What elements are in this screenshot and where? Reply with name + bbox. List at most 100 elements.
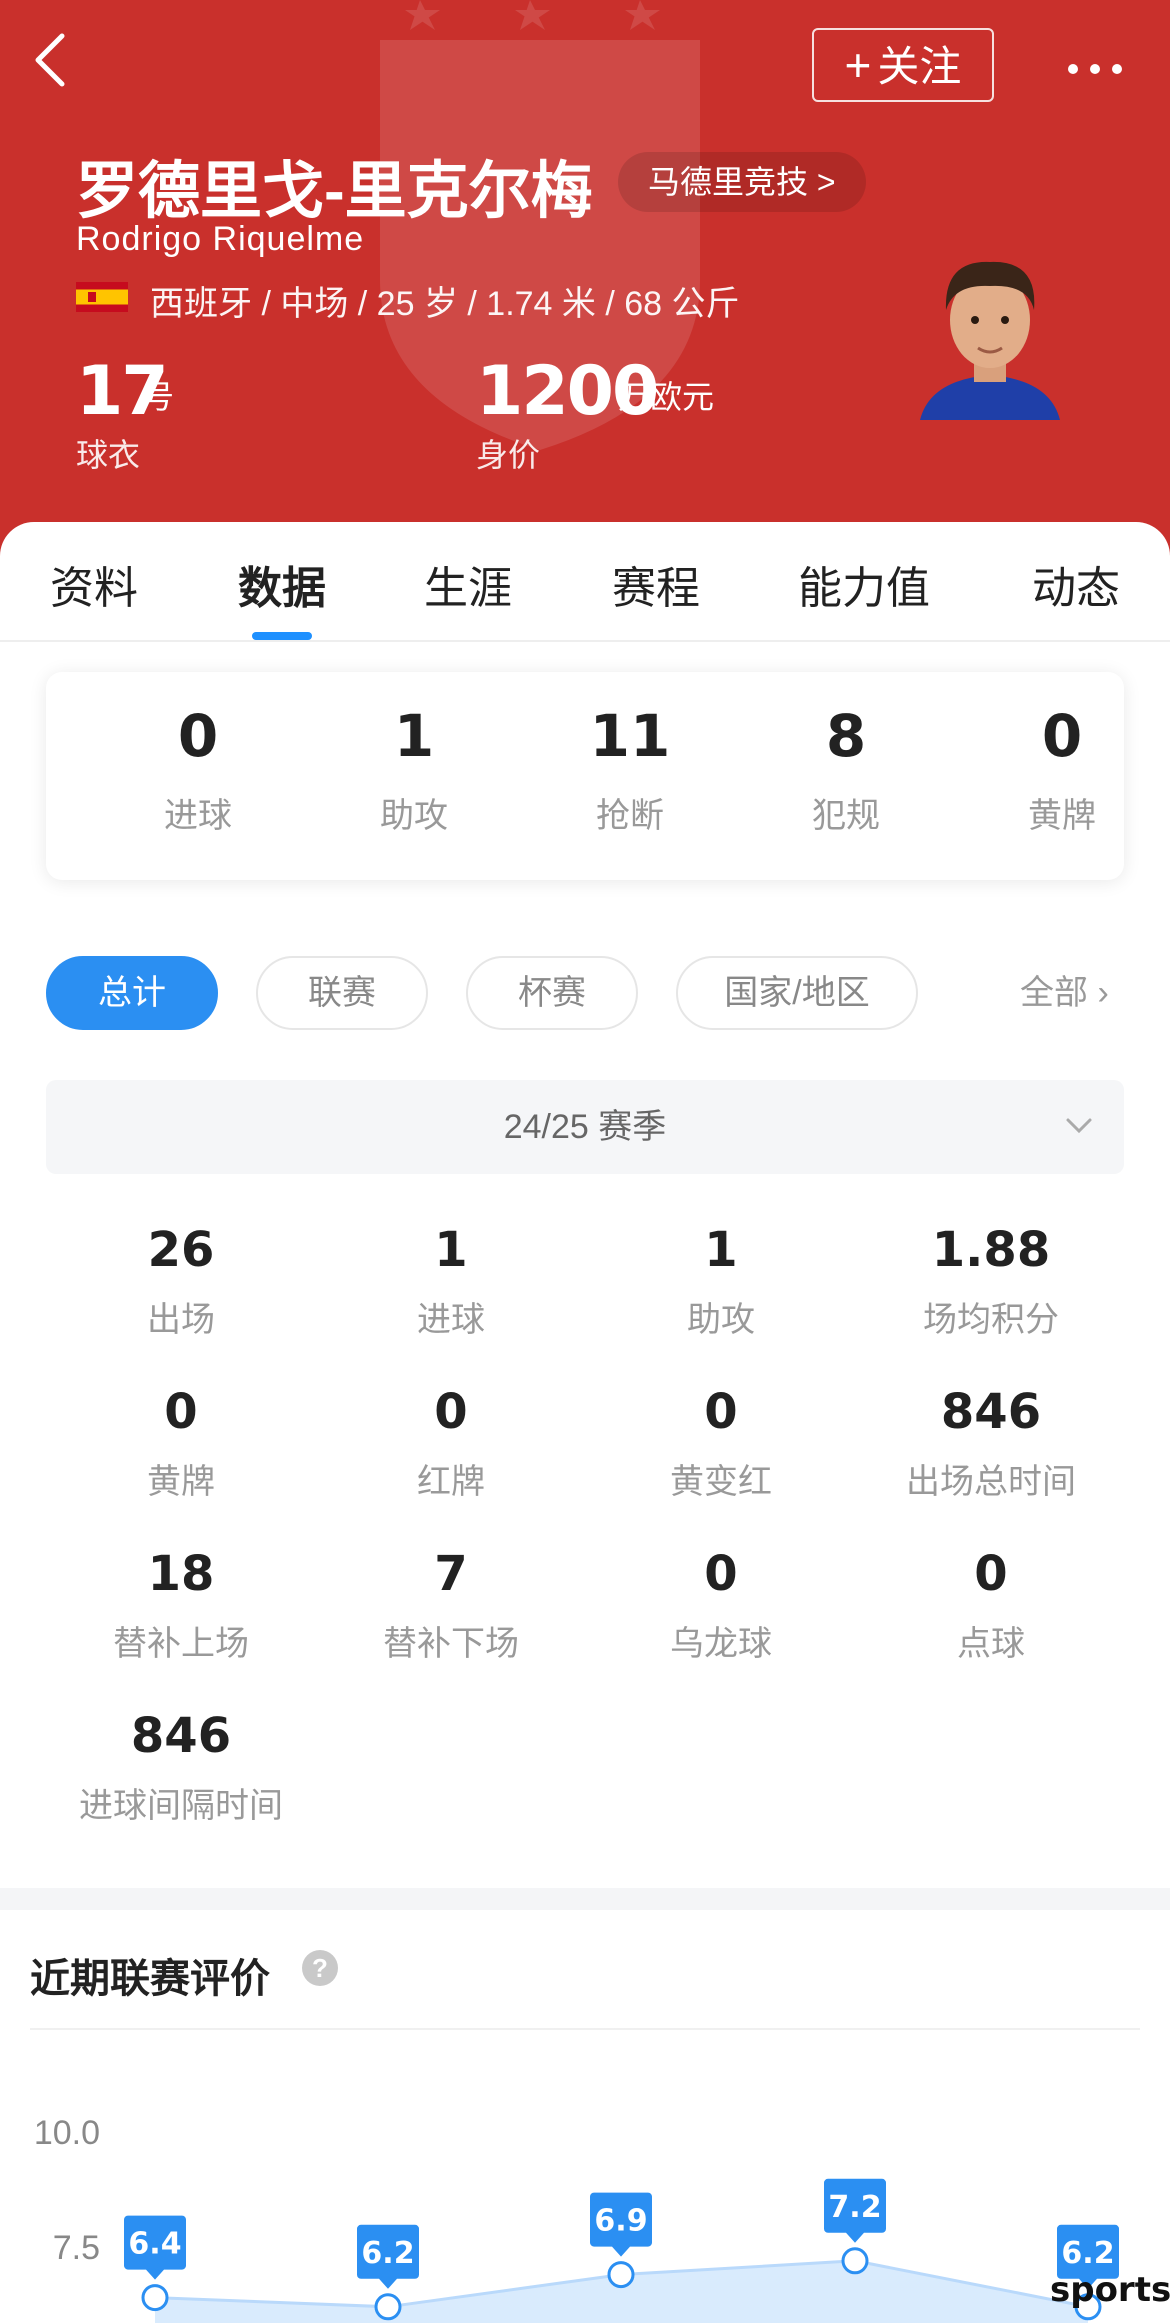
stat-points-per-game: 1.88 场均积分 xyxy=(856,1222,1126,1341)
spain-flag-icon xyxy=(76,282,128,312)
market-value-label: 身价 xyxy=(476,437,541,473)
stat-value: 1 xyxy=(704,1222,738,1278)
stat-penalties: 0 点球 xyxy=(856,1546,1126,1665)
stat-value: 0 xyxy=(974,1546,1008,1602)
stat-label: 出场 xyxy=(147,1301,215,1339)
chevron-down-icon xyxy=(1064,1080,1094,1212)
filter-league[interactable]: 联赛 xyxy=(256,956,428,1030)
stat-assists: 1 助攻 xyxy=(586,1222,856,1341)
stat-second-yellow: 0 黄变红 xyxy=(586,1384,856,1503)
more-button[interactable] xyxy=(1060,34,1130,94)
summary-label: 抢断 xyxy=(596,797,664,835)
stat-sub-on: 18 替补上场 xyxy=(46,1546,316,1665)
filter-bar: 总计 联赛 杯赛 国家/地区 全部 › xyxy=(0,956,1170,1030)
back-button[interactable] xyxy=(30,30,90,100)
rating-value-label: 6.4 xyxy=(128,2227,181,2262)
more-dots-icon xyxy=(1068,64,1122,74)
jersey-unit: 号 xyxy=(142,379,175,415)
stat-value: 0 xyxy=(704,1546,738,1602)
summary-value: 0 xyxy=(1041,702,1083,770)
rating-point[interactable] xyxy=(841,2247,869,2275)
y-tick-label: 10.0 xyxy=(34,2114,100,2152)
stat-red-cards: 0 红牌 xyxy=(316,1384,586,1503)
rating-point[interactable] xyxy=(141,2284,169,2312)
filter-total[interactable]: 总计 xyxy=(46,956,218,1030)
help-icon[interactable]: ? xyxy=(302,1950,338,1986)
club-link[interactable]: 马德里竞技 > xyxy=(618,152,866,212)
content-panel: 资料 数据 生涯 赛程 能力值 动态 0 进球 1 助攻 11 抢断 8 犯规 … xyxy=(0,522,1170,2323)
stat-value: 846 xyxy=(940,1384,1042,1440)
stat-value: 7 xyxy=(434,1546,468,1602)
stat-minutes-played: 846 出场总时间 xyxy=(856,1384,1126,1503)
rating-point[interactable] xyxy=(374,2293,402,2321)
filter-cup[interactable]: 杯赛 xyxy=(466,956,638,1030)
summary-yellow-cards: 0 黄牌 xyxy=(982,702,1142,837)
summary-value: 8 xyxy=(825,702,867,770)
player-avatar xyxy=(920,261,1060,420)
filter-all-link[interactable]: 全部 › xyxy=(1020,956,1109,1030)
summary-value: 0 xyxy=(177,702,219,770)
stat-value: 0 xyxy=(704,1384,738,1440)
summary-label: 黄牌 xyxy=(1028,797,1096,835)
chevron-left-icon xyxy=(35,33,65,87)
rating-point[interactable] xyxy=(607,2261,635,2289)
tab-profile[interactable]: 资料 xyxy=(50,552,138,616)
stat-label: 进球间隔时间 xyxy=(79,1787,283,1825)
tab-ability[interactable]: 能力值 xyxy=(798,552,930,616)
tab-career[interactable]: 生涯 xyxy=(424,552,512,616)
stat-appearances: 26 出场 xyxy=(46,1222,316,1341)
tab-schedule[interactable]: 赛程 xyxy=(612,552,700,616)
tab-news[interactable]: 动态 xyxy=(1032,552,1120,616)
summary-card: 0 进球 1 助攻 11 抢断 8 犯规 0 黄牌 xyxy=(46,672,1124,880)
stat-goals: 1 进球 xyxy=(316,1222,586,1341)
summary-fouls: 8 犯规 xyxy=(766,702,926,837)
rating-divider xyxy=(30,2028,1140,2030)
stat-label: 出场总时间 xyxy=(906,1463,1076,1501)
stat-label: 点球 xyxy=(957,1625,1025,1663)
summary-assists: 1 助攻 xyxy=(334,702,494,837)
summary-label: 助攻 xyxy=(380,797,448,835)
tab-data[interactable]: 数据 xyxy=(238,552,326,616)
stat-label: 助攻 xyxy=(687,1301,755,1339)
season-label: 24/25 赛季 xyxy=(503,1108,667,1146)
tab-bar: 资料 数据 生涯 赛程 能力值 动态 xyxy=(0,522,1170,642)
stat-label: 红牌 xyxy=(417,1463,485,1501)
rating-value-label: 7.2 xyxy=(828,2190,881,2225)
stat-value: 1 xyxy=(434,1222,468,1278)
player-meta: 西班牙 / 中场 / 25 岁 / 1.74 米 / 68 公斤 xyxy=(150,285,740,323)
follow-label: 关注 xyxy=(877,43,962,90)
stat-value: 0 xyxy=(164,1384,198,1440)
stat-value: 846 xyxy=(130,1708,232,1764)
stat-sub-off: 7 替补下场 xyxy=(316,1546,586,1665)
summary-tackles: 11 抢断 xyxy=(550,702,710,837)
stat-value: 26 xyxy=(147,1222,215,1278)
rating-section-title: 近期联赛评价 xyxy=(30,1957,270,2001)
rating-value-label: 6.2 xyxy=(361,2236,414,2271)
rating-value-label: 6.2 xyxy=(1061,2236,1114,2271)
summary-label: 犯规 xyxy=(812,797,880,835)
jersey-label: 球衣 xyxy=(76,437,141,473)
stat-label: 黄变红 xyxy=(670,1463,772,1501)
section-divider xyxy=(0,1888,1170,1910)
filter-national[interactable]: 国家/地区 xyxy=(676,956,918,1030)
stat-label: 进球 xyxy=(417,1301,485,1339)
stat-label: 替补上场 xyxy=(113,1625,249,1663)
stat-value: 18 xyxy=(147,1546,215,1602)
season-selector[interactable]: 24/25 赛季 xyxy=(46,1080,1124,1174)
sports-watermark: sports xyxy=(1050,2270,1170,2310)
summary-goals: 0 进球 xyxy=(118,702,278,837)
summary-label: 进球 xyxy=(164,797,232,835)
stat-label: 替补下场 xyxy=(383,1625,519,1663)
stat-label: 场均积分 xyxy=(923,1301,1059,1339)
follow-button[interactable]: + 关注 xyxy=(812,28,994,102)
stat-minutes-per-goal: 846 进球间隔时间 xyxy=(46,1708,316,1827)
plus-icon: + xyxy=(844,39,872,91)
summary-value: 1 xyxy=(393,702,435,770)
stat-value: 0 xyxy=(434,1384,468,1440)
tab-active-indicator xyxy=(252,632,312,640)
market-value-unit: 万欧元 xyxy=(618,379,715,415)
stat-label: 黄牌 xyxy=(147,1463,215,1501)
stat-label: 乌龙球 xyxy=(670,1625,772,1663)
stat-yellow-cards: 0 黄牌 xyxy=(46,1384,316,1503)
player-name-cn: 罗德里戈-里克尔梅 xyxy=(76,157,593,226)
